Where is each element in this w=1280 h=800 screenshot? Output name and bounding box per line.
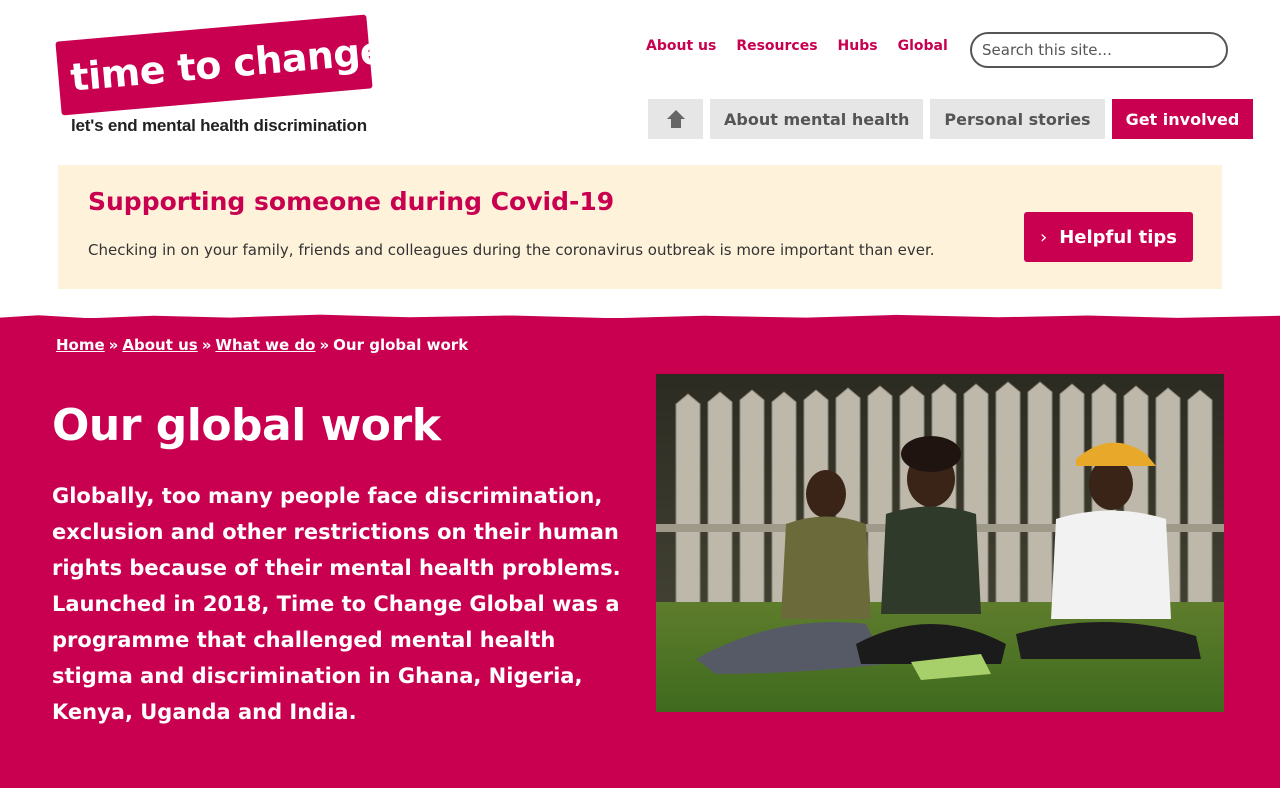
topnav-about-us[interactable]: About us <box>646 38 716 54</box>
home-icon <box>666 110 685 128</box>
breadcrumb-separator: » <box>319 336 330 354</box>
home-button[interactable] <box>648 99 703 139</box>
banner-text: Checking in on your family, friends and … <box>88 241 935 259</box>
people-sitting-on-grass-image <box>656 374 1224 712</box>
page-title: Our global work <box>52 400 441 451</box>
topnav-resources[interactable]: Resources <box>736 38 817 54</box>
breadcrumb-home[interactable]: Home <box>56 336 105 354</box>
main-navigation: About mental health Personal stories Get… <box>648 99 1254 139</box>
site-logo[interactable]: time to change let's end mental health d… <box>55 14 387 140</box>
breadcrumb-separator: » <box>108 336 119 354</box>
topnav-hubs[interactable]: Hubs <box>838 38 878 54</box>
chevron-right-icon: › <box>1040 226 1048 248</box>
breadcrumb: Home» About us» What we do» Our global work <box>56 336 468 354</box>
hero-photo <box>656 374 1224 712</box>
intro-text: Globally, too many people face discrimin… <box>52 484 621 724</box>
logo-tagline: let's end mental health discrimination <box>71 116 367 135</box>
nav-get-involved[interactable]: Get involved <box>1111 99 1254 139</box>
breadcrumb-separator: » <box>201 336 212 354</box>
banner-title: Supporting someone during Covid-19 <box>88 187 615 216</box>
top-navigation: About us Resources Hubs Global <box>646 38 948 54</box>
helpful-tips-label: Helpful tips <box>1059 226 1177 248</box>
breadcrumb-about-us[interactable]: About us <box>122 336 197 354</box>
nav-about-mental-health[interactable]: About mental health <box>710 99 924 139</box>
hero-section: Home» About us» What we do» Our global work… <box>0 318 1280 788</box>
breadcrumb-what-we-do[interactable]: What we do <box>215 336 315 354</box>
breadcrumb-current: Our global work <box>333 336 469 354</box>
covid-banner: Supporting someone during Covid-19 Check… <box>58 165 1222 289</box>
topnav-global[interactable]: Global <box>898 38 948 54</box>
nav-personal-stories[interactable]: Personal stories <box>930 99 1105 139</box>
helpful-tips-button[interactable]: › Helpful tips <box>1024 212 1193 262</box>
search-input[interactable] <box>970 32 1228 68</box>
